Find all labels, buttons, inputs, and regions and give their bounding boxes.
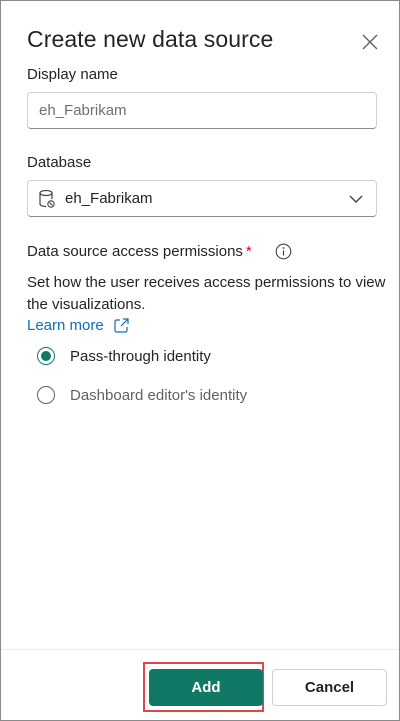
footer-divider bbox=[1, 649, 399, 650]
radio-unchecked-icon bbox=[37, 386, 55, 404]
permissions-label: Data source access permissions * bbox=[27, 243, 252, 260]
learn-more-link[interactable]: Learn more bbox=[27, 317, 129, 334]
info-icon[interactable] bbox=[275, 243, 292, 260]
database-label: Database bbox=[27, 154, 92, 171]
dialog-title: Create new data source bbox=[27, 26, 274, 52]
display-name-label: Display name bbox=[27, 66, 118, 83]
create-data-source-panel: Create new data source Display name Data… bbox=[0, 0, 400, 721]
cancel-button[interactable]: Cancel bbox=[272, 669, 387, 706]
radio-dashboard-editor-label: Dashboard editor's identity bbox=[70, 386, 248, 404]
add-button[interactable]: Add bbox=[149, 669, 263, 706]
permissions-label-text: Data source access permissions bbox=[27, 243, 243, 260]
display-name-input[interactable] bbox=[27, 92, 377, 129]
open-external-icon bbox=[114, 318, 129, 333]
chevron-down-icon bbox=[349, 195, 363, 203]
database-selected-value: eh_Fabrikam bbox=[65, 190, 153, 207]
permissions-description: Set how the user receives access permiss… bbox=[27, 274, 386, 313]
required-marker: * bbox=[245, 243, 252, 260]
learn-more-label: Learn more bbox=[27, 317, 104, 334]
close-icon[interactable] bbox=[359, 31, 381, 53]
radio-pass-through-identity[interactable]: Pass-through identity bbox=[37, 347, 211, 365]
database-dropdown[interactable]: eh_Fabrikam bbox=[27, 180, 377, 217]
radio-dashboard-editor-identity[interactable]: Dashboard editor's identity bbox=[37, 386, 247, 404]
radio-pass-through-label: Pass-through identity bbox=[70, 347, 211, 365]
database-icon bbox=[39, 189, 55, 208]
radio-checked-icon bbox=[37, 347, 55, 365]
